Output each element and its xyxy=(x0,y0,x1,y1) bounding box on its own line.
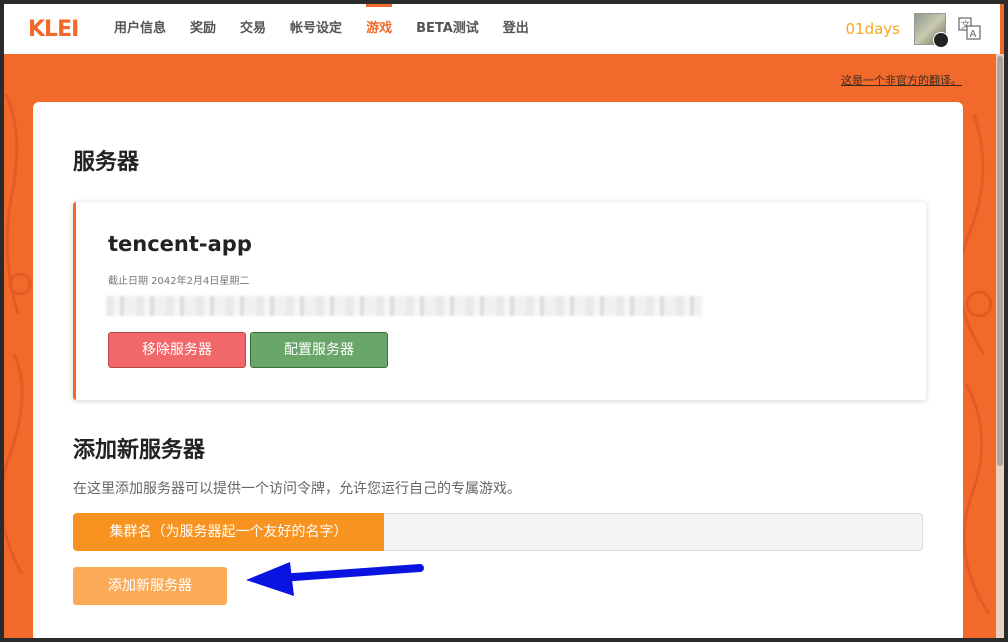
server-panel: tencent-app 截止日期 2042年2月4日星期二 移除服务器 配置服务… xyxy=(73,202,926,400)
svg-text:A: A xyxy=(970,29,977,40)
klei-logo[interactable]: KLEI xyxy=(28,15,80,43)
scrollbar-thumb[interactable] xyxy=(997,56,1003,466)
unofficial-translation-link[interactable]: 这是一个非官方的翻译。 xyxy=(841,72,962,88)
translate-icon[interactable]: 文 A xyxy=(958,17,982,41)
server-name: tencent-app xyxy=(108,232,252,256)
nav-logout[interactable]: 登出 xyxy=(491,4,541,54)
add-server-title: 添加新服务器 xyxy=(73,438,206,463)
username[interactable]: 01days xyxy=(846,20,901,38)
add-server-description: 在这里添加服务器可以提供一个访问令牌，允许您运行自己的专属游戏。 xyxy=(73,481,521,497)
avatar[interactable] xyxy=(914,13,949,48)
nav-user-info[interactable]: 用户信息 xyxy=(102,4,178,54)
server-expiry-date: 截止日期 2042年2月4日星期二 xyxy=(108,276,250,287)
nav-beta[interactable]: BETA测试 xyxy=(404,4,491,54)
nav-trade[interactable]: 交易 xyxy=(228,4,278,54)
add-server-button[interactable]: 添加新服务器 xyxy=(73,567,227,605)
nav-games[interactable]: 游戏 xyxy=(354,4,404,54)
user-area: 01days 文 A xyxy=(846,13,1001,48)
server-token-blurred xyxy=(106,296,702,316)
pointer-arrow-annotation xyxy=(246,562,424,596)
cluster-name-label: 集群名（为服务器起一个友好的名字） xyxy=(73,513,384,551)
nav-rewards[interactable]: 奖励 xyxy=(178,4,228,54)
remove-server-button[interactable]: 移除服务器 xyxy=(108,332,246,368)
nav-account-settings[interactable]: 帐号设定 xyxy=(278,4,354,54)
cluster-name-input[interactable] xyxy=(384,513,923,551)
main-card: 服务器 tencent-app 截止日期 2042年2月4日星期二 移除服务器 … xyxy=(33,102,963,642)
top-navigation-bar: KLEI 用户信息 奖励 交易 帐号设定 游戏 BETA测试 登出 01days… xyxy=(4,4,1000,54)
page-title: 服务器 xyxy=(73,150,140,175)
configure-server-button[interactable]: 配置服务器 xyxy=(250,332,388,368)
steam-icon xyxy=(933,32,949,48)
logo-text: KLEI xyxy=(28,16,79,42)
main-nav: 用户信息 奖励 交易 帐号设定 游戏 BETA测试 登出 xyxy=(102,4,541,54)
